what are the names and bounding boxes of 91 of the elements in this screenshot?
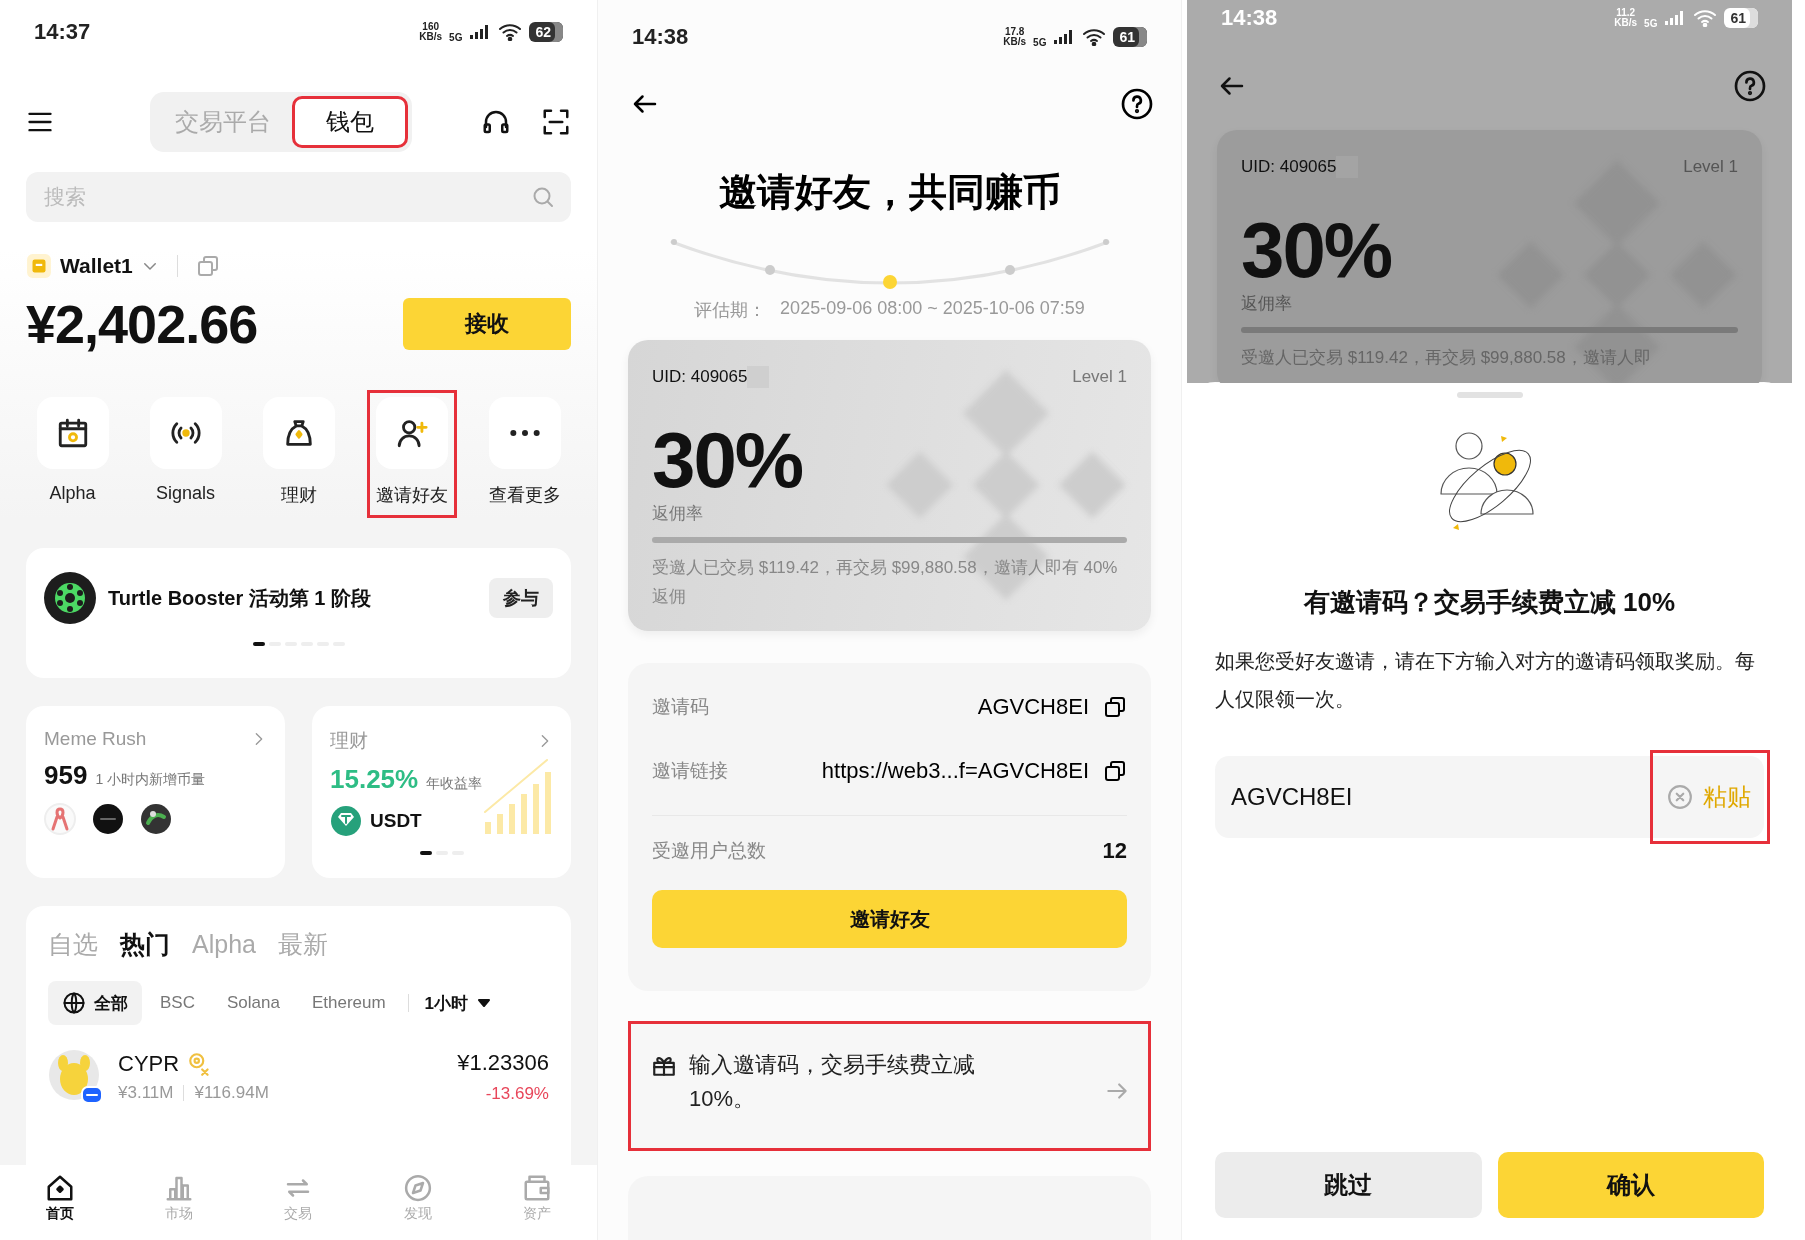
battery-level: 61: [1113, 27, 1147, 47]
coin-price: ¥1.23306: [457, 1050, 549, 1076]
status-time: 14:37: [34, 19, 91, 45]
sheet-description: 如果您受好友邀请，请在下方输入对方的邀请码领取奖励。每人仅限领一次。: [1215, 649, 1756, 712]
wallet-icon: [522, 1173, 553, 1203]
scan-icon[interactable]: [541, 107, 571, 137]
field-value: https://web3...f=AGVCH8EI: [821, 758, 1089, 784]
tether-token-icon: [330, 805, 362, 837]
field-label: 邀请链接: [652, 759, 728, 783]
receive-button[interactable]: 接收: [403, 298, 571, 350]
chain-filter[interactable]: BSC: [146, 981, 209, 1025]
market-cap: ¥116.94M: [194, 1083, 269, 1103]
globe-icon: [62, 991, 86, 1015]
meme-card[interactable]: Meme Rush 959 1 小时内新增币量: [26, 706, 285, 878]
wifi-icon: [1693, 9, 1718, 27]
rate-label: 返佣率: [1241, 293, 1293, 315]
page-title: 邀请好友，共同赚币: [717, 170, 1062, 214]
search-icon[interactable]: [531, 185, 555, 209]
coin-count: 959: [44, 760, 88, 791]
level-label: Level 1: [1072, 367, 1127, 387]
total-label: 受邀用户总数: [652, 839, 766, 863]
field-value: AGVCH8EI: [977, 694, 1089, 720]
chain-filter[interactable]: Solana: [212, 981, 294, 1025]
field-label: 邀请码: [652, 695, 709, 719]
yield-caption: 年收益率: [426, 775, 483, 793]
token-name: USDT: [370, 810, 422, 832]
market-tab[interactable]: 热门: [120, 928, 170, 961]
invite-code-entry[interactable]: 输入邀请码，交易手续费立减 10%。: [628, 1021, 1151, 1151]
copy-icon[interactable]: [1103, 695, 1127, 719]
round-token-icon: [92, 803, 124, 835]
compass-icon: [402, 1173, 433, 1203]
status-time: 14:38: [1221, 5, 1278, 31]
level-label: Level 1: [1683, 157, 1738, 177]
shortcut-button[interactable]: 查看更多: [479, 390, 570, 518]
network-type: 5G: [449, 31, 463, 43]
drag-handle[interactable]: [1456, 392, 1523, 398]
network-speed: 160 KB/s: [419, 22, 443, 42]
battery-level: 61: [1724, 8, 1758, 28]
period-dates: 2025-09-06 08:00 ~ 2025-10-06 07:59: [780, 298, 1085, 320]
coin-avatar-icon: [48, 1049, 104, 1105]
chain-filter[interactable]: 全部: [48, 981, 142, 1025]
card-title: 理财: [330, 729, 368, 753]
period-label: 评估期：: [694, 299, 767, 322]
network-speed: 17.8 KB/s: [1003, 27, 1027, 47]
wifi-icon: [1082, 28, 1107, 46]
shortcut-button[interactable]: 邀请好友: [366, 390, 457, 518]
turtle-icon: [44, 572, 96, 624]
timeframe-dropdown[interactable]: 1小时: [416, 991, 499, 1015]
help-icon[interactable]: [1121, 88, 1153, 120]
caret-down-icon: [478, 999, 491, 1007]
balance-amount: ¥2,402.66: [26, 293, 258, 355]
banner-title: Turtle Booster 活动第 1 阶段: [108, 585, 372, 611]
card-title: Meme Rush: [44, 728, 147, 750]
count-caption: 1 小时内新增币量: [95, 771, 206, 789]
confirm-button[interactable]: 确认: [1497, 1152, 1764, 1218]
wallet-badge-icon: [26, 253, 52, 279]
creature-token-icon: [140, 803, 172, 835]
wallet-name[interactable]: Wallet1: [60, 254, 133, 278]
network-type: 5G: [1644, 17, 1658, 29]
total-value: 12: [1102, 838, 1127, 864]
price-change: -13.69%: [484, 1084, 549, 1104]
more-icon: [509, 428, 540, 438]
yield-rate: 15.25%: [330, 764, 419, 795]
ribbon-token-icon: [44, 803, 76, 835]
rebate-rate: 30%: [1241, 210, 1393, 290]
shortcut-button[interactable]: Signals: [140, 390, 231, 518]
rebate-rate: 30%: [652, 420, 804, 500]
help-icon[interactable]: [1734, 70, 1766, 102]
user-id: UID: 409065: [1241, 157, 1337, 177]
chain-filter[interactable]: Ethereum: [297, 981, 400, 1025]
copy-icon[interactable]: [1103, 759, 1127, 783]
earn-card[interactable]: 理财 15.25% 年收益率 USDT: [312, 706, 571, 878]
sheet-title: 有邀请码？交易手续费立减 10%: [1302, 586, 1677, 619]
nav-tab[interactable]: 首页: [24, 1165, 95, 1240]
rate-label: 返佣率: [652, 503, 704, 525]
join-button[interactable]: 参与: [489, 578, 553, 618]
progress-note: 受邀人已交易 $119.42，再交易 $99,880.58，邀请人即有 40% 返佣: [652, 557, 1119, 608]
coin-symbol: CYPR: [118, 1051, 180, 1077]
network-type: 5G: [1033, 36, 1047, 48]
trading-volume: ¥3.11M: [118, 1083, 174, 1103]
battery-level: 62: [529, 22, 563, 42]
network-speed: 11.2 KB/s: [1614, 8, 1638, 28]
invite-button[interactable]: 邀请好友: [652, 890, 1127, 948]
wifi-icon: [498, 23, 523, 41]
status-time: 14:38: [632, 24, 689, 50]
shortcut-button[interactable]: Alpha: [27, 390, 118, 518]
tab[interactable]: 钱包: [292, 96, 408, 148]
shortcut-button[interactable]: 理财: [253, 390, 344, 518]
clear-icon[interactable]: [1667, 784, 1693, 810]
user-id: UID: 409065: [652, 367, 748, 387]
skip-button[interactable]: 跳过: [1215, 1152, 1482, 1218]
